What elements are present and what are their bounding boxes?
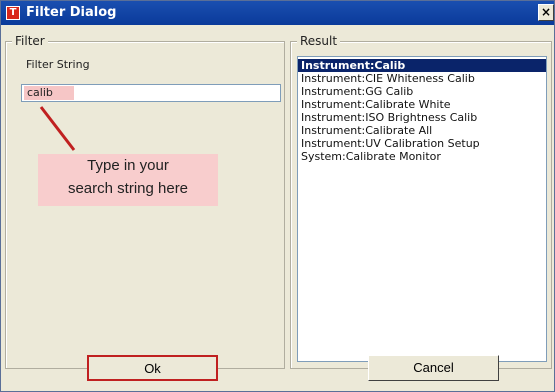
result-list-item[interactable]: Instrument:Calibrate All xyxy=(298,124,546,137)
filter-dialog-window: T Filter Dialog × Filter Filter String c… xyxy=(0,0,555,392)
instruction-callout: Type in your search string here xyxy=(38,154,218,206)
result-list-item[interactable]: Instrument:ISO Brightness Calib xyxy=(298,111,546,124)
result-list-item[interactable]: Instrument:Calib xyxy=(298,59,546,72)
close-icon: × xyxy=(540,5,552,19)
cancel-button[interactable]: Cancel xyxy=(368,355,499,381)
result-list-item[interactable]: Instrument:UV Calibration Setup xyxy=(298,137,546,150)
result-list-item[interactable]: Instrument:GG Calib xyxy=(298,85,546,98)
result-group-label: Result xyxy=(297,34,341,48)
title-bar[interactable]: T Filter Dialog × xyxy=(1,1,554,25)
result-list-item[interactable]: Instrument:CIE Whiteness Calib xyxy=(298,72,546,85)
result-list-item[interactable]: Instrument:Calibrate White xyxy=(298,98,546,111)
ok-button[interactable]: Ok xyxy=(87,355,218,381)
result-list-item[interactable]: System:Calibrate Monitor xyxy=(298,150,546,163)
result-list[interactable]: Instrument:Calib Instrument:CIE Whiteness… xyxy=(297,56,547,362)
callout-line-2: search string here xyxy=(67,180,189,197)
window-title: Filter Dialog xyxy=(26,5,117,20)
callout-line-1: Type in your xyxy=(87,157,169,174)
app-icon: T xyxy=(6,6,20,20)
close-button[interactable]: × xyxy=(538,4,554,21)
result-group: Result Instrument:Calib Instrument:CIE Wh… xyxy=(290,34,552,369)
filter-group: Filter Filter String calib Type in your … xyxy=(5,34,285,369)
